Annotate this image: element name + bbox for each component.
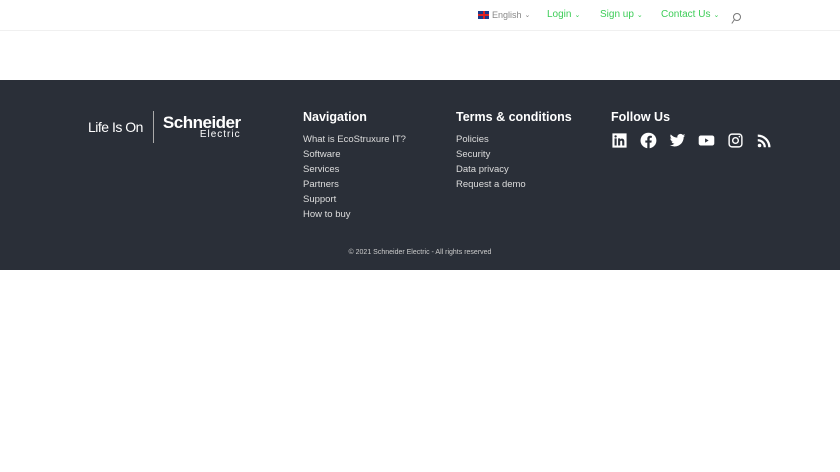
contact-menu[interactable]: Contact Us ⌄ [661, 9, 719, 20]
nav-link-how-to-buy[interactable]: How to buy [303, 207, 406, 222]
chevron-down-icon: ⌄ [524, 12, 531, 19]
twitter-icon[interactable] [669, 132, 686, 149]
contact-label: Contact Us [661, 9, 711, 20]
logo-divider [152, 111, 154, 143]
chevron-down-icon: ⌄ [574, 11, 581, 19]
rss-icon[interactable] [756, 132, 773, 149]
youtube-icon[interactable] [698, 132, 715, 149]
terms-column: Terms & conditions Policies Security Dat… [456, 110, 572, 192]
terms-title: Terms & conditions [456, 110, 572, 124]
chevron-down-icon: ⌄ [713, 11, 720, 19]
uk-flag-icon [478, 11, 489, 19]
navigation-column: Navigation What is EcoStruxure IT? Softw… [303, 110, 406, 222]
linkedin-icon[interactable] [611, 132, 628, 149]
terms-link-data-privacy[interactable]: Data privacy [456, 162, 572, 177]
top-nav: English ⌄ Login ⌄ Sign up ⌄ Contact Us ⌄ [0, 0, 840, 31]
nav-link-software[interactable]: Software [303, 147, 406, 162]
nav-link-partners[interactable]: Partners [303, 177, 406, 192]
signup-menu[interactable]: Sign up ⌄ [600, 9, 643, 20]
login-menu[interactable]: Login ⌄ [547, 9, 580, 20]
login-label: Login [547, 9, 572, 20]
language-selector[interactable]: English ⌄ [478, 10, 530, 20]
copyright: © 2021 Schneider Electric - All rights r… [348, 249, 492, 256]
instagram-icon[interactable] [727, 132, 744, 149]
schneider-logo[interactable]: Life Is On Schneider Electric [88, 110, 241, 144]
navigation-title: Navigation [303, 110, 367, 124]
signup-label: Sign up [600, 9, 634, 20]
terms-link-request-demo[interactable]: Request a demo [456, 177, 572, 192]
nav-link-support[interactable]: Support [303, 192, 406, 207]
terms-link-policies[interactable]: Policies [456, 132, 572, 147]
footer: Life Is On Schneider Electric Navigation … [0, 80, 840, 270]
follow-column: Follow Us [611, 110, 773, 149]
follow-title: Follow Us [611, 110, 671, 124]
chevron-down-icon: ⌄ [636, 11, 643, 19]
search-icon[interactable] [731, 12, 741, 25]
logo-brand-sub: Electric [199, 129, 241, 140]
facebook-icon[interactable] [640, 132, 657, 149]
logo-tagline: Life Is On [88, 119, 143, 135]
nav-link-services[interactable]: Services [303, 162, 406, 177]
terms-link-security[interactable]: Security [456, 147, 572, 162]
language-label: English [492, 10, 522, 20]
nav-link-ecostruxure[interactable]: What is EcoStruxure IT? [303, 132, 406, 147]
